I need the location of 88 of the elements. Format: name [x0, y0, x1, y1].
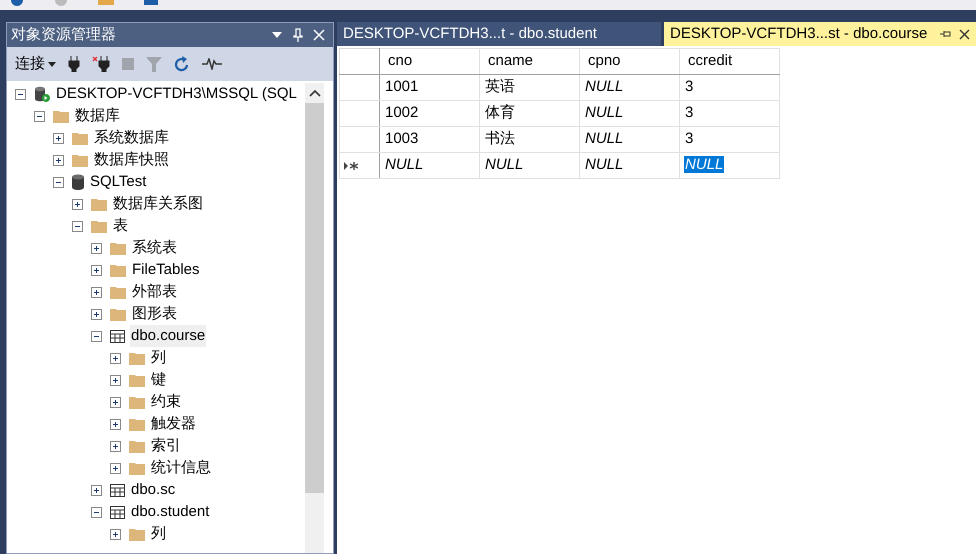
- tree-item[interactable]: 数据库关系图: [112, 192, 204, 216]
- expand-icon[interactable]: [53, 132, 64, 144]
- tree-item[interactable]: 数据库快照: [93, 148, 170, 172]
- document-tab[interactable]: DESKTOP-VCFTDH3...st - dbo.course: [664, 22, 976, 46]
- tree-item[interactable]: 列: [150, 346, 167, 370]
- expand-icon[interactable]: [110, 374, 121, 386]
- table-cell[interactable]: 3: [684, 104, 694, 122]
- collapse-icon[interactable]: [91, 506, 102, 518]
- caret-icon: [48, 62, 56, 66]
- folder-icon: [110, 285, 126, 299]
- collapse-icon[interactable]: [72, 220, 83, 232]
- collapse-icon[interactable]: [53, 176, 64, 188]
- tree-item[interactable]: 统计信息: [150, 456, 212, 480]
- panel-title: 对象资源管理器: [11, 24, 117, 45]
- tree-item[interactable]: 系统表: [131, 236, 178, 260]
- expand-icon[interactable]: [91, 484, 102, 496]
- tree-item[interactable]: dbo.student: [130, 500, 210, 524]
- table-cell[interactable]: 3: [684, 78, 694, 96]
- column-header[interactable]: cpno: [580, 48, 680, 74]
- expand-icon[interactable]: [53, 154, 64, 166]
- tree-item[interactable]: 键: [150, 368, 167, 392]
- folder-icon: [53, 109, 69, 123]
- expand-icon[interactable]: [91, 242, 102, 254]
- scrollbar[interactable]: [305, 83, 324, 553]
- document-tab[interactable]: DESKTOP-VCFTDH3...t - dbo.student: [337, 22, 661, 46]
- folder-icon: [110, 241, 126, 255]
- plug-icon[interactable]: [68, 56, 80, 72]
- scroll-up-icon[interactable]: [308, 89, 320, 97]
- folder-icon: [72, 131, 88, 145]
- connect-button[interactable]: 连接: [15, 52, 56, 76]
- tree-item[interactable]: 系统数据库: [93, 126, 170, 150]
- folder-icon: [129, 395, 145, 409]
- dropdown-icon[interactable]: [271, 31, 283, 39]
- table-cell[interactable]: 3: [684, 130, 694, 148]
- refresh-icon[interactable]: [174, 56, 190, 72]
- folder-icon: [129, 527, 145, 541]
- tree-item[interactable]: 触发器: [150, 412, 197, 436]
- folder-icon: [129, 373, 145, 387]
- tree-item[interactable]: 数据库: [74, 104, 121, 128]
- tree-item[interactable]: FileTables: [131, 258, 201, 282]
- folder-icon: [129, 351, 145, 365]
- tree-item[interactable]: dbo.sc: [130, 478, 176, 502]
- folder-icon: [129, 417, 145, 431]
- collapse-icon[interactable]: [34, 110, 45, 122]
- database-icon: [72, 174, 84, 190]
- expand-icon[interactable]: [72, 198, 83, 210]
- folder-icon: [72, 153, 88, 167]
- tree-item[interactable]: DESKTOP-VCFTDH3\MSSQL (SQL: [55, 83, 298, 106]
- table-icon: [110, 506, 125, 518]
- table-cell[interactable]: NULL: [684, 156, 724, 174]
- activity-icon[interactable]: [202, 58, 222, 70]
- folder-icon: [129, 461, 145, 475]
- expand-icon[interactable]: [110, 440, 121, 452]
- folder-icon: [91, 219, 107, 233]
- expand-icon[interactable]: [91, 308, 102, 320]
- toolbar-icon[interactable]: [144, 0, 160, 6]
- folder-icon: [110, 307, 126, 321]
- close-icon[interactable]: [959, 28, 970, 40]
- collapse-icon[interactable]: [91, 330, 102, 342]
- table-icon: [110, 484, 125, 496]
- tree-item[interactable]: SQLTest: [89, 170, 148, 194]
- toolbar-icon[interactable]: [10, 0, 24, 6]
- tree-item[interactable]: 索引: [150, 434, 182, 458]
- tree-item[interactable]: dbo.course: [130, 324, 206, 348]
- column-header[interactable]: ccredit: [680, 48, 780, 74]
- table-icon: [110, 330, 125, 342]
- disconnect-icon[interactable]: [92, 56, 110, 72]
- column-header[interactable]: cno: [380, 48, 480, 74]
- expand-icon[interactable]: [110, 462, 121, 474]
- tree-item[interactable]: 表: [112, 214, 129, 238]
- tree-item[interactable]: 约束: [150, 390, 182, 414]
- expand-icon[interactable]: [91, 286, 102, 298]
- collapse-icon[interactable]: [15, 88, 26, 100]
- tree-item[interactable]: 列: [150, 522, 167, 546]
- scrollbar-thumb[interactable]: [305, 103, 324, 493]
- tree-item[interactable]: 外部表: [131, 280, 178, 304]
- server-icon: [34, 86, 50, 102]
- expand-icon[interactable]: [110, 528, 121, 540]
- expand-icon[interactable]: [91, 264, 102, 276]
- tree-item[interactable]: 图形表: [131, 302, 178, 326]
- folder-icon: [129, 439, 145, 453]
- expand-icon[interactable]: [110, 418, 121, 430]
- folder-icon: [91, 197, 107, 211]
- column-header[interactable]: cname: [480, 48, 580, 74]
- expand-icon[interactable]: [110, 352, 121, 364]
- folder-icon: [110, 263, 126, 277]
- expand-icon[interactable]: [110, 396, 121, 408]
- pin-icon[interactable]: [939, 29, 951, 39]
